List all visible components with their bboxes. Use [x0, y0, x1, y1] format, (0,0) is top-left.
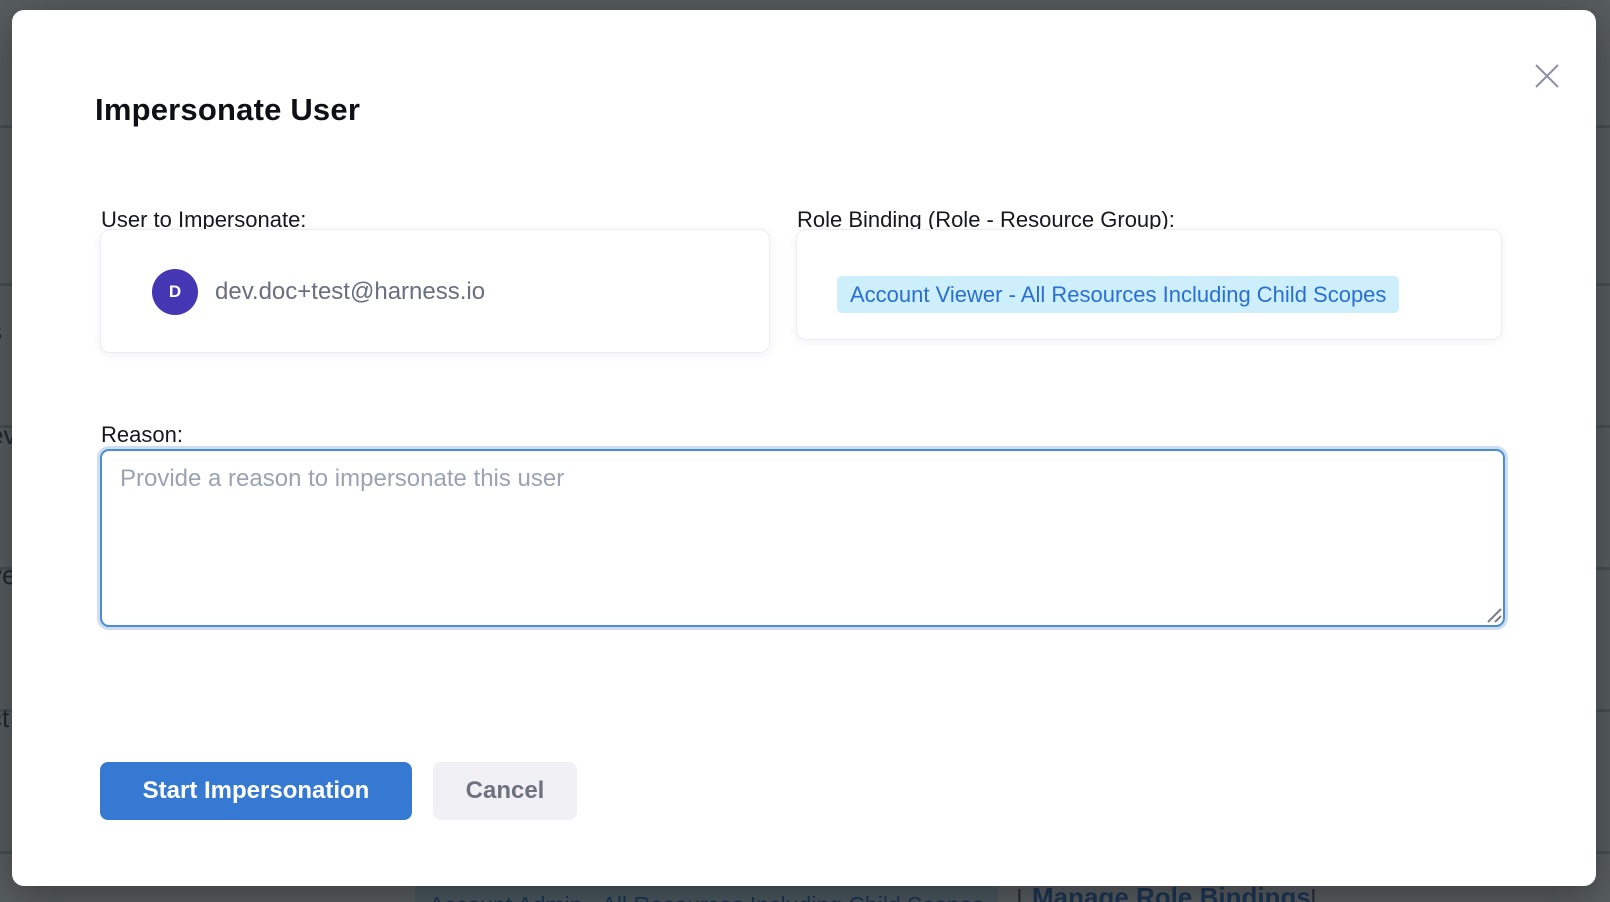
start-impersonation-button[interactable]: Start Impersonation	[100, 762, 412, 820]
role-binding-card: Account Viewer - All Resources Including…	[796, 229, 1502, 340]
reason-label: Reason:	[101, 422, 183, 448]
close-icon	[1534, 63, 1560, 89]
user-avatar: D	[152, 269, 198, 315]
reason-input[interactable]	[100, 449, 1505, 627]
role-binding-tag: Account Viewer - All Resources Including…	[837, 276, 1399, 313]
cancel-button[interactable]: Cancel	[433, 762, 577, 820]
user-card: D dev.doc+test@harness.io	[100, 229, 770, 353]
user-email: dev.doc+test@harness.io	[215, 278, 485, 306]
impersonate-user-dialog: Impersonate User User to Impersonate: D …	[12, 10, 1596, 886]
dialog-title: Impersonate User	[95, 92, 360, 128]
close-button[interactable]	[1527, 56, 1567, 96]
